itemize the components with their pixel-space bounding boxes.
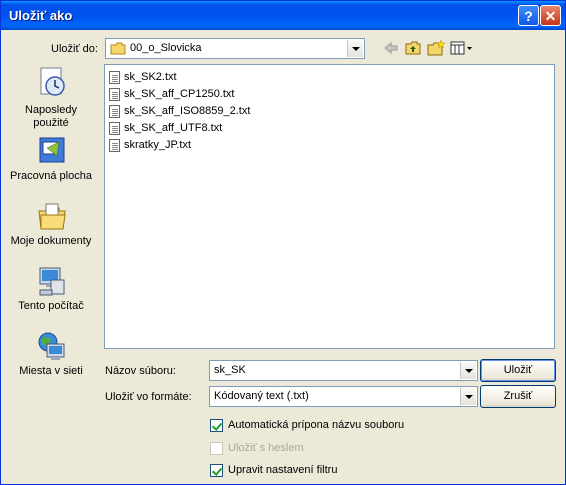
text-file-icon [109,139,120,152]
place-label: použité [33,117,69,129]
place-label: Naposledy [25,104,77,116]
title-bar[interactable]: Uložiť ako ? ✕ [1,1,565,30]
file-name: sk_SK_aff_CP1250.txt [124,88,235,100]
network-places-icon [38,332,65,360]
file-list[interactable]: sk_SK2.txt sk_SK_aff_CP1250.txt sk_SK_af… [104,64,555,349]
text-file-icon [109,105,120,118]
help-icon: ? [524,8,533,24]
format-dropdown[interactable]: Kódovaný text (.txt) [209,386,478,407]
checkbox-box[interactable] [210,419,223,432]
new-folder-icon[interactable] [427,40,445,58]
recent-documents-icon [40,67,65,96]
save-in-value: 00_o_Slovicka [130,42,202,54]
save-in-label: Uložiť do: [51,43,98,55]
help-button[interactable]: ? [518,5,539,26]
save-in-dropdown[interactable]: 00_o_Slovicka [105,38,365,59]
save-as-dialog: Uložiť ako ? ✕ Uložiť do: 00_o_Slovicka [0,0,566,485]
save-button[interactable]: Uložiť [480,359,556,382]
filename-field[interactable]: sk_SK [209,360,478,381]
text-file-icon [109,88,120,101]
chevron-down-icon[interactable] [347,40,363,57]
my-computer-icon [39,267,65,296]
checkbox-label: Upravit nastavení filtru [228,464,338,476]
format-value: Kódovaný text (.txt) [214,390,309,402]
text-file-icon [109,122,120,135]
up-folder-icon[interactable] [405,40,421,58]
my-documents-icon [38,203,66,230]
file-name: sk_SK_aff_ISO8859_2.txt [124,105,251,117]
text-file-icon [109,71,120,84]
file-name: skratky_JP.txt [124,139,192,151]
checkbox-label: Automatická prípona názvu souboru [228,419,405,431]
view-menu-icon[interactable] [450,40,474,58]
desktop-icon [39,137,65,163]
filename-value: sk_SK [214,364,246,376]
place-label: Miesta v sieti [19,365,83,377]
window-title: Uložiť ako [9,8,73,23]
back-arrow-icon[interactable] [383,40,399,58]
checkbox-label: Uložiť s heslem [228,442,304,454]
folder-icon [110,42,126,55]
checkbox-box [210,442,223,455]
cancel-button[interactable]: Zrušiť [480,385,556,408]
format-label: Uložiť vo formáte: [105,391,192,403]
file-name: sk_SK2.txt [124,71,177,83]
place-label: Moje dokumenty [10,235,92,247]
chevron-down-icon[interactable] [460,388,476,405]
chevron-down-icon[interactable] [460,362,476,379]
places-bar: Naposledy použité Pracovná plocha Moje d… [7,61,95,383]
checkbox-box[interactable] [210,464,223,477]
close-button[interactable]: ✕ [540,5,561,26]
file-name: sk_SK_aff_UTF8.txt [124,122,223,134]
place-label: Pracovná plocha [10,170,92,182]
place-label: Tento počítač [18,300,84,312]
close-icon: ✕ [544,8,557,24]
filename-label: Názov súboru: [105,365,176,377]
